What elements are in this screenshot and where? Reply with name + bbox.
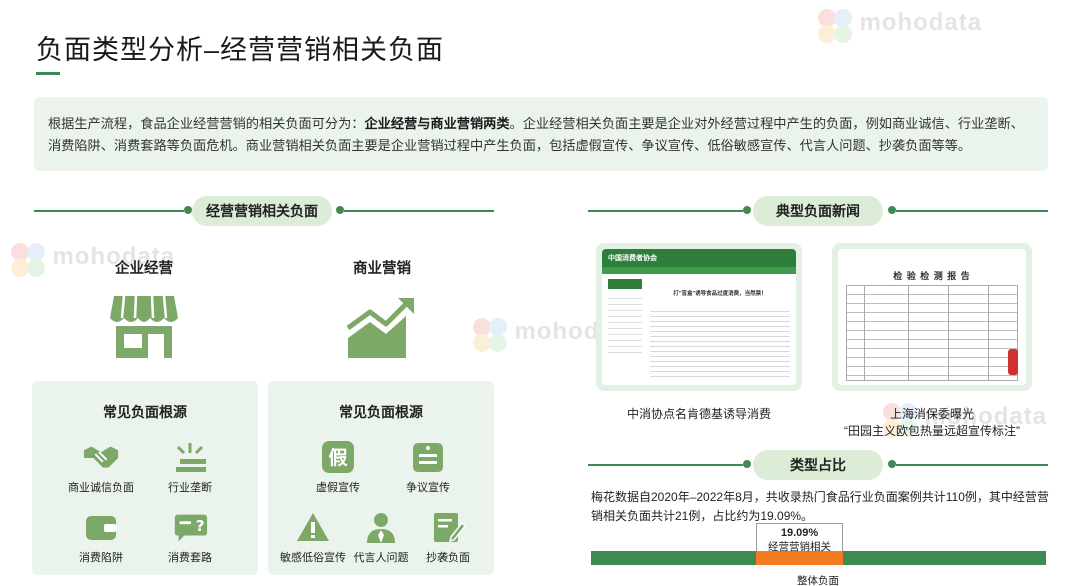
divider-dot <box>888 460 896 468</box>
section-divider <box>588 464 743 466</box>
cause-item: ? 消费套路 <box>145 510 235 565</box>
question-card-icon: ? <box>174 514 208 542</box>
storefront-icon <box>110 295 178 358</box>
document-edit-icon <box>434 513 465 543</box>
intro-prefix: 根据生产流程，食品企业经营营销的相关负面可分为： <box>48 116 365 131</box>
ratio-description: 梅花数据自2020年–2022年8月，共收录热门食品行业负面案例共计110例，其… <box>591 490 1049 523</box>
column-title-marketing: 商业营销 <box>353 261 411 277</box>
svg-text:?: ? <box>196 517 205 535</box>
news-headline: 打"盲盒"诱导食品过度消费，当然禁！ <box>673 291 767 297</box>
fake-glyph: 假 <box>328 448 348 469</box>
cause-item: 消费陷阱 <box>56 510 146 565</box>
news-card-report[interactable]: 检 验 检 测 报 告 <box>832 243 1032 391</box>
pinwheel-logo-icon <box>11 243 45 277</box>
caption-line: 上海消保委曝光 <box>889 407 974 421</box>
news-caption-report: 上海消保委曝光 “田园主义欧包热量远超宣传标注” <box>820 406 1044 440</box>
section-divider <box>344 210 494 212</box>
cause-item: 争议宣传 <box>383 440 473 495</box>
section-divider <box>896 464 1048 466</box>
pinwheel-logo-icon <box>473 318 507 352</box>
panel-title: 常见负面根源 <box>103 404 187 420</box>
news-caption-cca: 中消协点名肯德基诱导消费 <box>626 407 771 421</box>
share-category: 经营营销相关 <box>768 541 831 553</box>
ticket-icon <box>413 443 443 472</box>
report-title: 检 验 检 测 报 告 <box>893 271 971 281</box>
wallet-icon <box>86 516 116 540</box>
page-title: 负面类型分析–经营营销相关负面 <box>36 35 445 65</box>
section-heading-marketing: 经营营销相关负面 <box>192 196 332 226</box>
warning-icon <box>297 513 329 541</box>
column-title-business: 企业经营 <box>115 261 173 277</box>
caption-line: “田园主义欧包热量远超宣传标注” <box>844 424 1020 438</box>
intro-paragraph: 根据生产流程，食品企业经营营销的相关负面可分为：企业经营与商业营销两类。企业经营… <box>34 97 1048 171</box>
gavel-icon <box>176 443 206 472</box>
intro-highlight: 企业经营与商业营销两类 <box>364 116 510 131</box>
report-screenshot: 检 验 检 测 报 告 <box>838 249 1026 385</box>
title-underline <box>36 72 60 75</box>
growth-chart-icon <box>346 298 414 358</box>
divider-dot <box>888 206 896 214</box>
divider-dot <box>743 206 751 214</box>
news-screenshot: 中国消费者协会 打"盲盒"诱导食品过度消费，当然禁！ <box>602 249 796 385</box>
cause-item: 抄袭负面 <box>403 510 493 565</box>
section-heading-ratio: 类型占比 <box>753 450 883 480</box>
section-heading-news: 典型负面新闻 <box>753 196 883 226</box>
divider-dot <box>743 460 751 468</box>
news-card-cca[interactable]: 中国消费者协会 打"盲盒"诱导食品过度消费，当然禁！ <box>596 243 802 391</box>
cause-item: 商业诚信负面 <box>56 440 146 495</box>
pinwheel-logo-icon <box>818 9 852 43</box>
cause-item: 行业垄断 <box>145 440 235 495</box>
panel-title: 常见负面根源 <box>339 404 423 420</box>
watermark: mohodata <box>815 6 982 46</box>
divider-dot <box>336 206 344 214</box>
handshake-icon <box>83 446 119 468</box>
person-icon <box>367 513 395 543</box>
news-site-header: 中国消费者协会 <box>602 249 796 267</box>
share-label: 19.09% 经营营销相关 <box>756 523 843 553</box>
share-percent: 19.09% <box>780 527 819 539</box>
section-divider <box>896 210 1048 212</box>
divider-dot <box>184 206 192 214</box>
total-label: 整体负面 <box>797 575 839 586</box>
section-divider <box>34 210 184 212</box>
section-divider <box>588 210 743 212</box>
